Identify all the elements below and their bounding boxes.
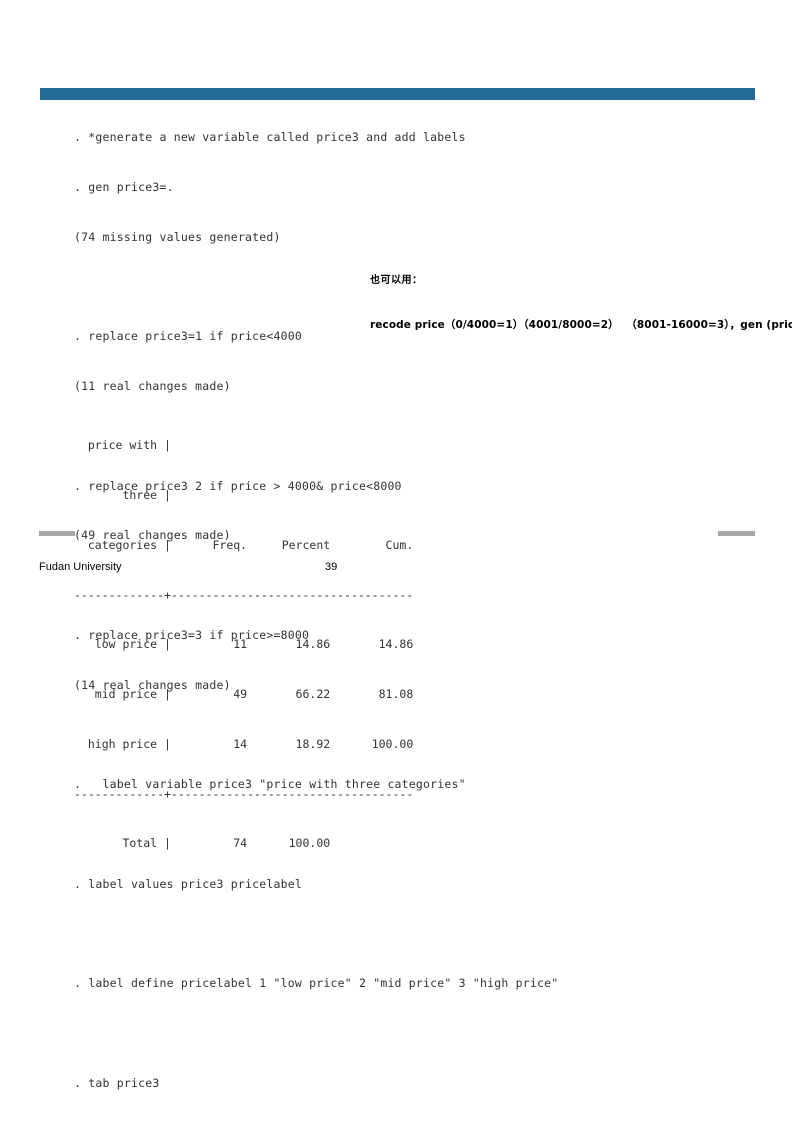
annotation-recode-command: recode price（0/4000=1）（4001/8000=2） （800…	[370, 319, 792, 331]
console-line: . gen price3=.	[74, 179, 174, 194]
slide-canvas: . *generate a new variable called price3…	[0, 0, 792, 1090]
footer-page-number: 39	[325, 561, 338, 573]
console-spacer	[74, 1025, 714, 1042]
footer-rule-right	[718, 531, 755, 536]
annotation-label: 也可以用：	[370, 275, 423, 286]
table-header-line: price with |	[74, 438, 171, 453]
console-line: . tab price3	[74, 1076, 160, 1091]
console-line: (11 real changes made)	[74, 379, 231, 394]
tabulation-table: price with | three | categories | Freq. …	[74, 404, 413, 885]
table-row: mid price | 49 66.22 81.08	[74, 687, 414, 702]
table-row: high price | 14 18.92 100.00	[74, 736, 414, 751]
footer-organization: Fudan University	[39, 561, 122, 573]
table-header-line: three |	[74, 487, 171, 502]
table-row: low price | 11 14.86 14.86	[74, 637, 414, 652]
recode-annotation: 也可以用： recode price（0/4000=1）（4001/8000=2…	[370, 243, 792, 363]
table-column-headers: categories | Freq. Percent Cum.	[74, 537, 414, 552]
footer-rule-left	[39, 531, 75, 536]
console-line: . *generate a new variable called price3…	[74, 130, 466, 145]
console-spacer	[74, 926, 714, 943]
table-divider: -------------+--------------------------…	[74, 786, 414, 801]
table-total-row: Total | 74 100.00	[74, 836, 331, 851]
table-divider: -------------+--------------------------…	[74, 587, 414, 602]
console-line: . label define pricelabel 1 "low price" …	[74, 976, 559, 991]
